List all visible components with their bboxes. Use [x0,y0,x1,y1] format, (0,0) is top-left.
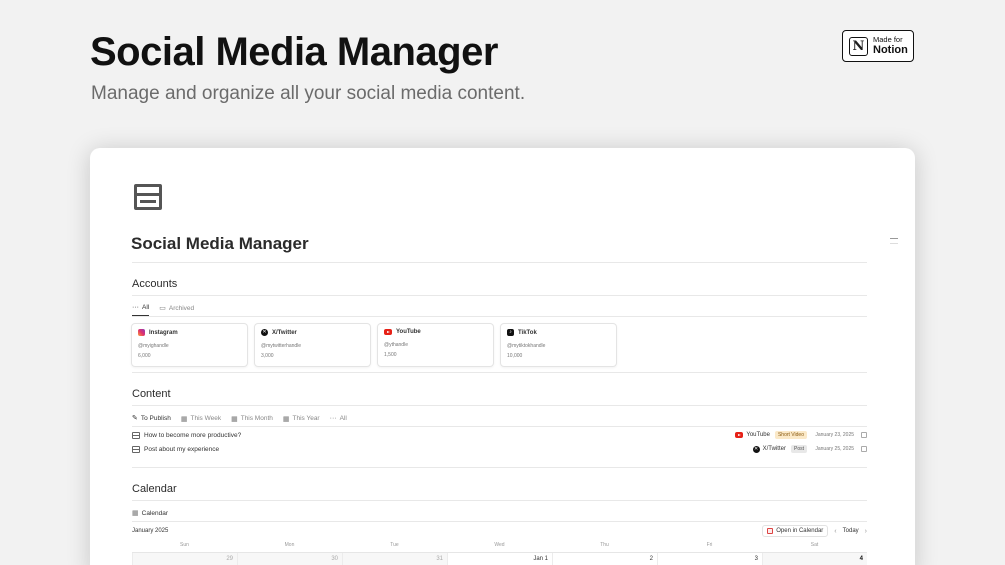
page-icon[interactable] [134,184,162,210]
divider [132,262,867,263]
calendar-day[interactable]: 3 [657,553,762,565]
divider [132,372,867,373]
list-item[interactable]: How to become more productive? YouTube S… [132,429,867,441]
calendar-app-icon [767,528,774,534]
tab-calendar[interactable]: ▦ Calendar [132,509,168,521]
hero-subtitle: Manage and organize all your social medi… [91,83,526,104]
hero-title: Social Media Manager [90,30,498,74]
page-title[interactable]: Social Media Manager [131,234,309,254]
type-tag: Short Video [774,431,807,439]
calendar-icon: ▦ [282,415,290,423]
x-icon: ✕ [752,445,760,453]
chevron-left-icon[interactable]: ‹ [834,528,836,535]
calendar-day[interactable]: 4 [762,553,867,565]
account-card-tiktok[interactable]: ♪ TikTok @mytiktokhandle 10,000 [500,323,617,367]
calendar-day[interactable]: 30 [237,553,342,565]
list-item[interactable]: Post about my experience ✕ X/Twitter Post… [132,443,867,455]
publish-checkbox[interactable] [861,446,867,452]
calendar-day[interactable]: 31 [342,553,447,565]
tiktok-icon: ♪ [507,329,514,336]
page-icon [132,431,140,439]
calendar-heading: Calendar [132,483,177,495]
divider [132,521,867,522]
divider [132,405,867,406]
calendar-tabs: ▦ Calendar [132,509,168,521]
chevron-right-icon[interactable]: › [865,528,867,535]
open-in-calendar-button[interactable]: Open in Calendar [762,525,829,537]
today-button[interactable]: Today [843,528,859,534]
badge-big-text: Notion [873,43,908,56]
notion-page-window: Social Media Manager Accounts ··· All ▭ … [90,148,915,565]
publish-checkbox[interactable] [861,432,867,438]
tab-archived[interactable]: ▭ Archived [159,304,194,316]
accounts-tabs: ··· All ▭ Archived [132,304,194,316]
date: January 25, 2025 [815,446,854,452]
calendar-month: January 2025 [132,528,169,534]
divider [132,316,867,317]
pin-icon: ✎ [132,415,138,422]
type-tag: Post [790,445,807,453]
account-card-youtube[interactable]: YouTube @ythandle 1,500 [377,323,494,367]
badge-small-text: Made for [873,35,903,45]
account-card-twitter[interactable]: ✕ X/Twitter @mytwitterhandle 3,000 [254,323,371,367]
calendar-icon: ▦ [132,510,139,517]
divider [132,467,867,468]
youtube-icon [384,329,392,335]
calendar-day[interactable]: Jan 1 [447,553,552,565]
divider [132,295,867,296]
divider [132,426,867,427]
dots-icon: ··· [329,415,337,422]
notion-logo-icon: N [849,36,868,56]
calendar-icon: ▦ [231,415,238,423]
accounts-heading: Accounts [132,278,178,290]
archive-icon: ▭ [159,305,166,312]
table-of-contents-icon[interactable] [890,238,898,248]
date: January 23, 2025 [815,432,854,438]
tab-all[interactable]: ··· All [132,304,150,316]
weekday-header: Sun Mon Tue Wed Thu Fri Sat [180,542,819,548]
calendar-icon: ▦ [180,415,188,423]
instagram-icon [138,329,145,336]
calendar-grid: 29 30 31 Jan 1 2 3 4 [132,552,867,565]
youtube-icon [735,432,744,438]
dots-icon: ··· [132,304,139,311]
calendar-day[interactable]: 2 [552,553,657,565]
account-card-instagram[interactable]: Instagram @myighandle 6,000 [131,323,248,367]
x-icon: ✕ [261,329,268,336]
made-for-notion-badge: N Made for Notion [842,30,914,62]
accounts-gallery: Instagram @myighandle 6,000 ✕ X/Twitter @… [131,323,617,367]
content-heading: Content [132,388,171,400]
calendar-day[interactable]: 29 [132,553,237,565]
page-icon [132,445,140,453]
divider [132,500,867,501]
